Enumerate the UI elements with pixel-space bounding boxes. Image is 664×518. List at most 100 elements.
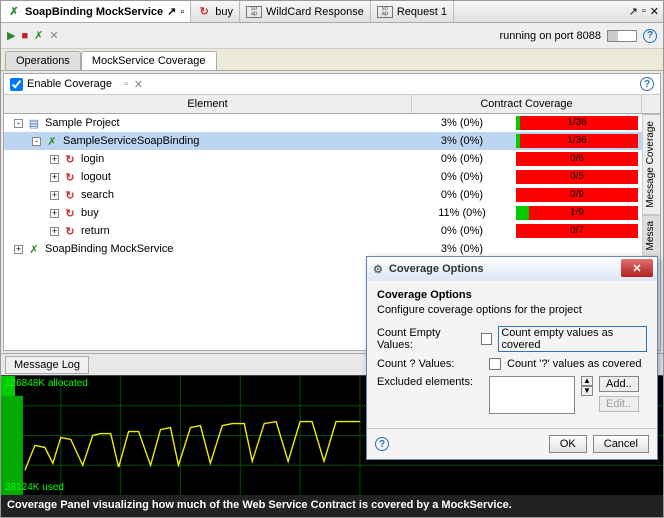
wrench-icon[interactable]: ✕ — [49, 29, 58, 42]
count-q-checkbox[interactable] — [489, 358, 501, 370]
message-log-tab[interactable]: Message Log — [5, 356, 89, 374]
coverage-header: Element Contract Coverage — [4, 95, 660, 114]
doc-tab-label: WildCard Response — [266, 6, 364, 18]
excluded-list[interactable] — [489, 376, 575, 414]
document-tab-bar: ✗ SoapBinding MockService ↗ ▫ ↻ buy soap… — [1, 1, 663, 23]
inner-tab-bar: Operations MockService Coverage — [1, 49, 663, 71]
tab-minimize-icon[interactable]: ▫ — [642, 5, 646, 18]
stop-icon[interactable]: ■ — [21, 30, 28, 42]
vtab-message-coverage[interactable]: Message Coverage — [643, 114, 660, 214]
run-icon[interactable]: ▶ — [7, 29, 15, 42]
dialog-titlebar[interactable]: ⚙ Coverage Options ✕ — [367, 257, 657, 281]
cancel-button[interactable]: Cancel — [593, 435, 649, 453]
toolbar: ▶ ■ ✗ ✕ running on port 8088 ? — [1, 23, 663, 49]
tree-label: SoapBinding MockService — [45, 243, 173, 255]
enable-coverage-input[interactable] — [10, 78, 23, 91]
add-button[interactable]: Add.. — [599, 376, 639, 392]
cycle-icon: ↻ — [63, 188, 77, 202]
cycle-icon: ↻ — [63, 224, 77, 238]
allocated-label: 126848K allocated — [5, 378, 88, 389]
cycle-icon: ↻ — [63, 206, 77, 220]
cycle-icon: ↻ — [197, 5, 211, 19]
count-empty-text: Count empty values as covered — [498, 326, 647, 352]
table-row[interactable]: +↻buy11% (0%)1/9 — [4, 204, 642, 222]
table-row[interactable]: -▤Sample Project3% (0%)1/36 — [4, 114, 642, 132]
expand-icon[interactable]: + — [50, 227, 59, 236]
help-icon[interactable]: ? — [643, 29, 657, 43]
dialog-heading: Coverage Options — [377, 289, 647, 301]
column-coverage[interactable]: Contract Coverage — [412, 95, 642, 113]
tools-icon[interactable]: ✕ — [134, 78, 143, 91]
port-label: running on port 8088 — [499, 30, 601, 42]
table-row[interactable]: +↻logout0% (0%)0/5 — [4, 168, 642, 186]
expand-icon[interactable]: + — [14, 245, 23, 254]
tree-label: logout — [81, 171, 111, 183]
port-toggle[interactable] — [607, 30, 637, 42]
count-empty-label: Count Empty Values: — [377, 327, 475, 351]
x-icon: ✗ — [7, 5, 21, 19]
spin-up-icon[interactable]: ▲ — [581, 376, 593, 386]
count-empty-checkbox[interactable] — [481, 333, 492, 345]
tab-detach-icon[interactable]: ↗ — [629, 5, 638, 18]
column-element[interactable]: Element — [4, 95, 412, 113]
doc-tab-wildcard[interactable]: soap WildCard Response — [240, 1, 371, 22]
soap-icon: soap — [246, 6, 262, 18]
tab-detach-icon[interactable]: ↗ — [167, 5, 176, 18]
coverage-bar: 1/9 — [516, 206, 638, 220]
coverage-bar: 0/9 — [516, 188, 638, 202]
dialog-title: Coverage Options — [389, 263, 484, 275]
table-row[interactable]: -✗SampleServiceSoapBinding3% (0%)1/36 — [4, 132, 642, 150]
tree-label: buy — [81, 207, 99, 219]
coverage-percent: 0% (0%) — [412, 189, 512, 201]
count-q-label: Count ? Values: — [377, 358, 483, 370]
expand-icon[interactable]: + — [50, 191, 59, 200]
coverage-bar: 0/5 — [516, 170, 638, 184]
expand-icon[interactable]: + — [50, 155, 59, 164]
doc-tab-buy[interactable]: ↻ buy — [191, 1, 240, 22]
count-q-text: Count '?' values as covered — [507, 358, 641, 370]
close-icon[interactable]: ✕ — [621, 259, 653, 277]
coverage-bar: 1/36 — [516, 116, 638, 130]
vtab-messa[interactable]: Messa — [643, 214, 660, 256]
tab-close-icon[interactable]: ▫ — [180, 6, 184, 18]
doc-tab-soapbinding[interactable]: ✗ SoapBinding MockService ↗ ▫ — [1, 1, 191, 22]
spin-down-icon[interactable]: ▼ — [581, 386, 593, 396]
dialog-description: Configure coverage options for the proje… — [377, 304, 647, 316]
coverage-percent: 0% (0%) — [412, 225, 512, 237]
help-icon[interactable]: ? — [640, 77, 654, 91]
clear-icon[interactable]: ▫ — [124, 78, 128, 90]
coverage-percent: 3% (0%) — [412, 243, 512, 255]
cycle-icon: ↻ — [63, 152, 77, 166]
coverage-toolbar: Enable Coverage ▫ ✕ ? — [4, 74, 660, 95]
tree-label: Sample Project — [45, 117, 120, 129]
soap-icon: soap — [377, 6, 393, 18]
tree-label: search — [81, 189, 114, 201]
edit-button: Edit.. — [599, 396, 639, 412]
coverage-percent: 3% (0%) — [412, 135, 512, 147]
help-icon[interactable]: ? — [375, 437, 389, 451]
tab-operations[interactable]: Operations — [5, 51, 81, 70]
tab-close-icon[interactable]: ✕ — [650, 5, 659, 18]
tree-label: login — [81, 153, 104, 165]
expand-icon[interactable]: + — [50, 209, 59, 218]
enable-coverage-label: Enable Coverage — [27, 78, 112, 90]
gear-icon: ⚙ — [373, 263, 383, 276]
doc-tab-label: buy — [215, 6, 233, 18]
collapse-icon[interactable]: - — [14, 119, 23, 128]
used-label: 38124K used — [5, 482, 64, 493]
tree-label: return — [81, 225, 110, 237]
coverage-bar: 0/6 — [516, 152, 638, 166]
table-row[interactable]: + ↻ search 0% (0%) 0/9 — [4, 186, 642, 204]
collapse-icon[interactable]: - — [32, 137, 41, 146]
table-row[interactable]: +↻return0% (0%)0/7 — [4, 222, 642, 240]
tree-label: SampleServiceSoapBinding — [63, 135, 199, 147]
ok-button[interactable]: OK — [549, 435, 587, 453]
enable-coverage-checkbox[interactable]: Enable Coverage — [10, 78, 112, 91]
table-row[interactable]: +↻login0% (0%)0/6 — [4, 150, 642, 168]
caption-bar: Coverage Panel visualizing how much of t… — [1, 495, 663, 517]
expand-icon[interactable]: + — [50, 173, 59, 182]
tab-mockservice-coverage[interactable]: MockService Coverage — [81, 51, 217, 70]
doc-tab-label: Request 1 — [397, 6, 447, 18]
doc-tab-request1[interactable]: soap Request 1 — [371, 1, 454, 22]
x-icon[interactable]: ✗ — [34, 29, 43, 42]
